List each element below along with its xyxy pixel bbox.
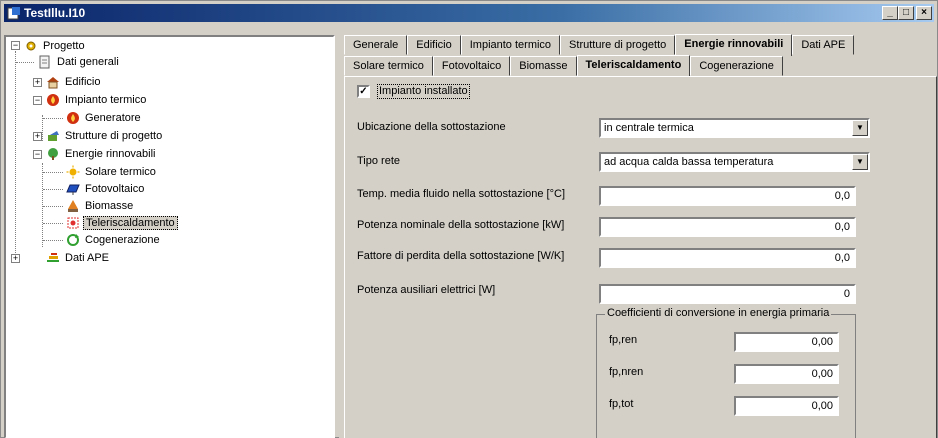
potenza-nominale-input[interactable]: 0,0 bbox=[599, 217, 856, 237]
teleriscaldamento-page: ✓ Impianto installato Ubicazione della s… bbox=[344, 76, 937, 438]
fp-nren-label: fp,nren bbox=[609, 366, 644, 378]
tree-item-cogenerazione[interactable]: Cogenerazione bbox=[66, 233, 162, 247]
tab-energie-rinnovabili[interactable]: Energie rinnovabili bbox=[675, 34, 793, 56]
tab-impianto-termico[interactable]: Impianto termico bbox=[460, 35, 561, 55]
sun-icon bbox=[66, 165, 80, 179]
tree-item-teleriscaldamento[interactable]: Teleriscaldamento bbox=[66, 216, 178, 230]
tab-teleriscaldamento[interactable]: Teleriscaldamento bbox=[576, 55, 691, 77]
cogeneration-icon bbox=[67, 234, 79, 246]
tab-strutture-di-progetto[interactable]: Strutture di progetto bbox=[560, 35, 676, 55]
project-tree[interactable]: − Progetto Dati generali + Edificio − Im… bbox=[4, 35, 335, 438]
app-icon bbox=[7, 7, 20, 20]
chevron-down-icon[interactable]: ▼ bbox=[852, 120, 868, 136]
document-icon bbox=[39, 55, 50, 69]
window-controls: _ □ × bbox=[882, 6, 932, 20]
fattore-perdita-input[interactable]: 0,0 bbox=[599, 248, 856, 268]
tab-dati-ape[interactable]: Dati APE bbox=[792, 35, 855, 55]
temp-media-input[interactable]: 0,0 bbox=[599, 186, 856, 206]
potenza-ausiliari-input[interactable]: 0 bbox=[599, 284, 856, 304]
tree-item-solare-termico[interactable]: Solare termico bbox=[66, 165, 158, 179]
tab-cogenerazione[interactable]: Cogenerazione bbox=[690, 56, 783, 76]
tree-item-edificio[interactable]: Edificio bbox=[46, 75, 102, 89]
properties-panel: Generale Edificio Impianto termico Strut… bbox=[339, 34, 937, 438]
tipo-rete-select[interactable]: ad acqua calda bassa temperatura ▼ bbox=[599, 152, 870, 172]
district-heating-icon bbox=[67, 217, 79, 229]
fp-nren-input[interactable]: 0,00 bbox=[734, 364, 839, 384]
coefficienti-group: Coefficienti di conversione in energia p… bbox=[596, 307, 856, 438]
fattore-perdita-label: Fattore di perdita della sottostazione [… bbox=[357, 250, 565, 262]
tree-item-generatore[interactable]: Generatore bbox=[66, 111, 143, 125]
minimize-button[interactable]: _ bbox=[882, 6, 898, 20]
potenza-nominale-label: Potenza nominale della sottostazione [kW… bbox=[357, 219, 565, 231]
tipo-rete-label: Tipo rete bbox=[357, 155, 401, 167]
main-tabs: Generale Edificio Impianto termico Strut… bbox=[344, 34, 855, 56]
coefficienti-title: Coefficienti di conversione in energia p… bbox=[605, 307, 832, 319]
tab-biomasse[interactable]: Biomasse bbox=[510, 56, 577, 76]
tree-item-biomasse[interactable]: Biomasse bbox=[66, 199, 135, 213]
tree-expander-dati-ape[interactable]: + bbox=[11, 254, 20, 263]
chart-icon bbox=[47, 253, 59, 262]
flame-icon bbox=[47, 94, 59, 106]
structure-icon bbox=[48, 131, 59, 141]
tree-item-fotovoltaico[interactable]: Fotovoltaico bbox=[66, 182, 146, 196]
ubicazione-select[interactable]: in centrale termica ▼ bbox=[599, 118, 870, 138]
tree-item-dati-ape[interactable]: Dati APE bbox=[46, 251, 111, 265]
ubicazione-value: in centrale termica bbox=[604, 122, 694, 134]
biomass-icon bbox=[68, 200, 78, 212]
fp-tot-input[interactable]: 0,00 bbox=[734, 396, 839, 416]
tab-solare-termico[interactable]: Solare termico bbox=[344, 56, 433, 76]
tipo-rete-value: ad acqua calda bassa temperatura bbox=[604, 156, 774, 168]
fp-ren-input[interactable]: 0,00 bbox=[734, 332, 839, 352]
tree-expander-impianto[interactable]: − bbox=[33, 96, 42, 105]
tree-expander-progetto[interactable]: − bbox=[11, 41, 20, 50]
potenza-ausiliari-label: Potenza ausiliari elettrici [W] bbox=[357, 284, 496, 296]
house-icon bbox=[47, 77, 59, 89]
maximize-button[interactable]: □ bbox=[898, 6, 914, 20]
tab-fotovoltaico[interactable]: Fotovoltaico bbox=[432, 56, 511, 76]
temp-media-label: Temp. media fluido nella sottostazione [… bbox=[357, 188, 566, 200]
close-button[interactable]: × bbox=[916, 6, 932, 20]
tree-item-strutture[interactable]: Strutture di progetto bbox=[46, 129, 164, 143]
fp-ren-label: fp,ren bbox=[609, 334, 638, 346]
window-title: TestIllu.I10 bbox=[24, 6, 86, 20]
sun-gear-icon bbox=[26, 41, 36, 51]
tree-item-dati-generali[interactable]: Dati generali bbox=[38, 55, 121, 69]
tab-generale[interactable]: Generale bbox=[344, 35, 408, 55]
flame-icon bbox=[67, 112, 79, 124]
tree-expander-edificio[interactable]: + bbox=[33, 78, 42, 87]
tree-expander-strutture[interactable]: + bbox=[33, 132, 42, 141]
sub-tabs: Solare termico Fotovoltaico Biomasse Tel… bbox=[344, 55, 783, 77]
ubicazione-label: Ubicazione della sottostazione bbox=[357, 121, 506, 133]
solar-panel-icon bbox=[66, 184, 80, 195]
tree-item-energie-rinnovabili[interactable]: Energie rinnovabili bbox=[46, 147, 158, 161]
tree-item-impianto-termico[interactable]: Impianto termico bbox=[46, 93, 148, 107]
tree-icon bbox=[48, 148, 58, 160]
main-window: TestIllu.I10 _ □ × − Progetto Dati gener… bbox=[0, 0, 938, 438]
tree-expander-energie[interactable]: − bbox=[33, 150, 42, 159]
fp-tot-label: fp,tot bbox=[609, 398, 634, 410]
title-bar[interactable]: TestIllu.I10 _ □ × bbox=[4, 4, 934, 22]
chevron-down-icon[interactable]: ▼ bbox=[852, 154, 868, 170]
impianto-installato-label[interactable]: Impianto installato bbox=[377, 84, 470, 99]
tree-item-progetto[interactable]: Progetto bbox=[24, 39, 87, 53]
tab-edificio[interactable]: Edificio bbox=[407, 35, 461, 55]
impianto-installato-checkbox[interactable]: ✓ bbox=[357, 85, 370, 98]
